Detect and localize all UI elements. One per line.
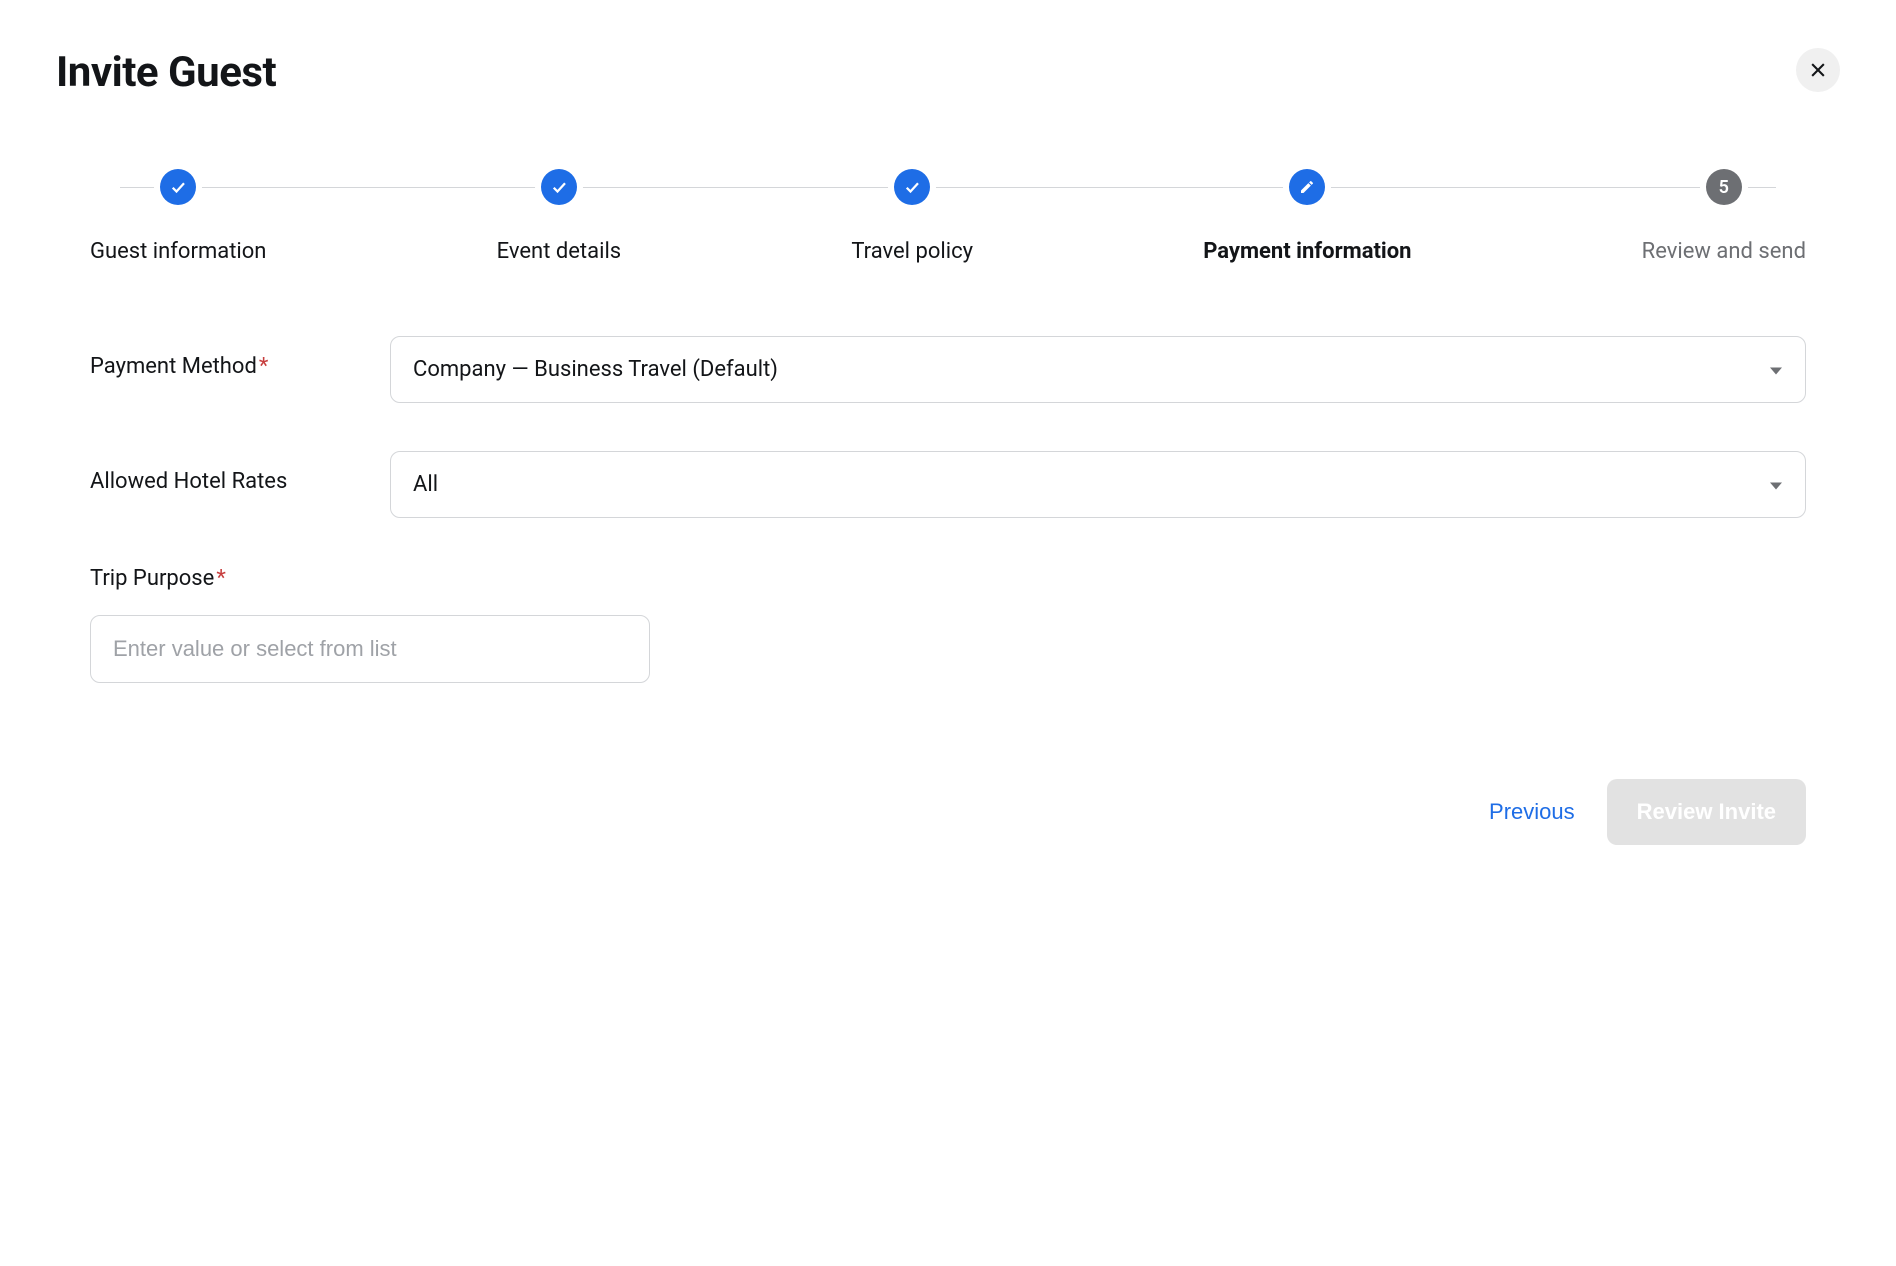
step-label: Guest information [90,239,266,264]
trip-purpose-input[interactable] [90,615,650,683]
check-icon [550,178,568,196]
required-indicator: * [259,354,268,379]
close-button[interactable] [1796,48,1840,92]
step-connector [590,187,850,188]
edit-icon [1299,179,1315,195]
allowed-hotel-rates-select[interactable]: All [390,451,1806,518]
previous-button[interactable]: Previous [1489,799,1575,825]
step-circle [1289,169,1325,205]
step-event-details[interactable]: Event details [497,169,622,264]
step-circle [160,169,196,205]
chevron-down-icon [1769,357,1783,382]
step-review-and-send: 5 Review and send [1642,169,1806,264]
check-icon [903,178,921,196]
step-number: 5 [1719,177,1729,198]
step-label: Travel policy [851,239,973,264]
payment-information-form: Payment Method* Company — Business Trave… [90,336,1806,683]
check-icon [169,178,187,196]
step-guest-information[interactable]: Guest information [90,169,266,264]
step-payment-information[interactable]: Payment information [1203,169,1411,264]
allowed-hotel-rates-value: All [413,472,438,497]
step-label: Event details [497,239,622,264]
review-invite-button[interactable]: Review Invite [1607,779,1806,845]
payment-method-label: Payment Method* [90,336,390,379]
payment-method-select[interactable]: Company — Business Travel (Default) [390,336,1806,403]
progress-stepper: Guest information Event details Travel p… [90,169,1806,264]
step-label: Review and send [1642,239,1806,264]
step-travel-policy[interactable]: Travel policy [851,169,973,264]
trip-purpose-label: Trip Purpose* [90,566,390,591]
chevron-down-icon [1769,472,1783,497]
step-circle [541,169,577,205]
close-icon [1808,60,1828,80]
step-circle [894,169,930,205]
allowed-hotel-rates-label: Allowed Hotel Rates [90,451,390,494]
step-label: Payment information [1203,239,1411,264]
step-circle: 5 [1706,169,1742,205]
payment-method-value: Company — Business Travel (Default) [413,357,778,382]
required-indicator: * [216,566,225,591]
page-title: Invite Guest [56,48,276,97]
